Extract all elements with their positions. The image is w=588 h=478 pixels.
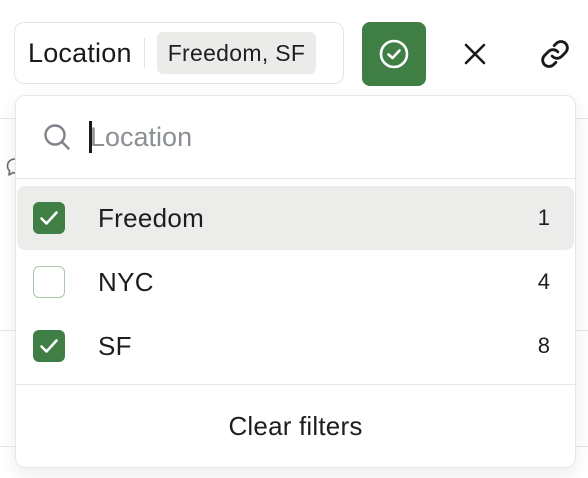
search-row <box>16 96 575 179</box>
option-label: Freedom <box>98 202 205 233</box>
check-icon <box>40 211 58 225</box>
filter-value-chip[interactable]: Freedom, SF <box>156 32 317 74</box>
location-search-input[interactable] <box>90 114 530 160</box>
search-icon <box>44 124 70 150</box>
location-filter-popover: Freedom 1 NYC 4 SF 8 Clear filters <box>15 95 576 468</box>
location-filter-pill[interactable]: Location Freedom, SF <box>14 22 344 84</box>
close-icon <box>464 43 486 65</box>
filter-label: Location <box>28 37 132 68</box>
option-count: 8 <box>537 333 550 358</box>
check-circle-icon <box>379 39 409 69</box>
option-nyc[interactable]: NYC 4 <box>17 250 574 314</box>
option-count: 1 <box>537 205 550 230</box>
option-freedom[interactable]: Freedom 1 <box>17 186 574 250</box>
copy-link-button[interactable] <box>525 22 585 86</box>
check-icon <box>40 339 58 353</box>
checkbox-checked[interactable] <box>33 202 65 234</box>
checkbox-unchecked[interactable] <box>33 266 65 298</box>
link-icon <box>541 40 569 68</box>
filter-divider <box>143 38 145 68</box>
options-list: Freedom 1 NYC 4 SF 8 <box>16 186 575 378</box>
option-count: 4 <box>537 269 550 294</box>
popover-footer: Clear filters <box>16 384 575 467</box>
apply-filter-button[interactable] <box>362 22 426 86</box>
remove-filter-button[interactable] <box>445 22 505 86</box>
checkbox-checked[interactable] <box>33 330 65 362</box>
option-sf[interactable]: SF 8 <box>17 314 574 378</box>
option-label: SF <box>98 330 132 361</box>
option-label: NYC <box>98 266 154 297</box>
clear-filters-button[interactable]: Clear filters <box>216 405 374 448</box>
